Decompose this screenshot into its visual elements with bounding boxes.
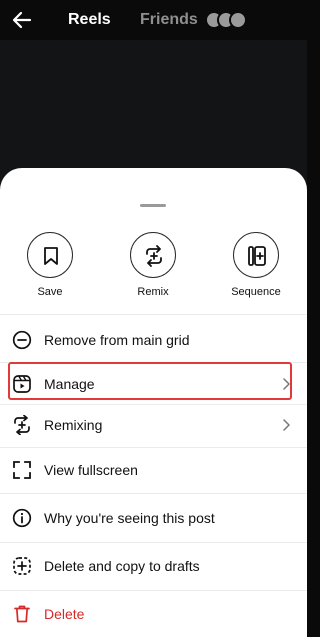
save-button[interactable]: Save [15,232,85,302]
tab-friends[interactable]: Friends [140,11,198,29]
sequence-icon [248,246,266,266]
avatar [229,11,247,29]
sequence-label: Sequence [231,286,281,298]
divider [0,542,307,543]
save-label: Save [37,286,63,298]
tab-reels[interactable]: Reels [68,11,111,29]
menu-item-delete-copy-drafts[interactable]: Delete and copy to drafts [0,546,307,586]
chevron-right-icon [283,419,290,431]
fullscreen-icon [13,461,31,479]
sheet-handle[interactable] [140,204,166,207]
menu-item-delete[interactable]: Delete [0,594,307,634]
menu-item-remove-from-grid[interactable]: Remove from main grid [0,320,307,360]
divider [0,314,307,315]
menu-item-label: Delete [44,606,85,622]
menu-item-why-seeing[interactable]: Why you're seeing this post [0,498,307,538]
divider [0,493,307,494]
menu-item-view-fullscreen[interactable]: View fullscreen [0,450,307,490]
menu-item-label: Remixing [44,417,103,433]
menu-item-label: Why you're seeing this post [44,510,215,526]
remix-icon [146,245,162,267]
remix-icon [14,415,30,435]
sequence-button[interactable]: Sequence [221,232,291,302]
menu-item-remixing[interactable]: Remixing [0,405,307,445]
divider [0,590,307,591]
back-arrow-icon[interactable] [10,8,34,32]
friends-avatars[interactable] [205,11,253,29]
menu-item-label: View fullscreen [44,462,138,478]
menu-item-label: Remove from main grid [44,332,190,348]
divider [0,447,307,448]
options-sheet: Save Remix Sequence Remove from main gri… [0,168,307,637]
info-icon [12,508,32,528]
remix-button[interactable]: Remix [118,232,188,302]
menu-item-label: Delete and copy to drafts [44,558,200,574]
remix-label: Remix [137,286,169,298]
trash-icon [14,605,30,623]
dashed-plus-icon [13,557,31,575]
top-bar: Reels Friends [0,0,307,40]
manage-highlight-box [8,362,292,400]
bookmark-icon [44,247,58,265]
remove-circle-icon [12,330,32,350]
